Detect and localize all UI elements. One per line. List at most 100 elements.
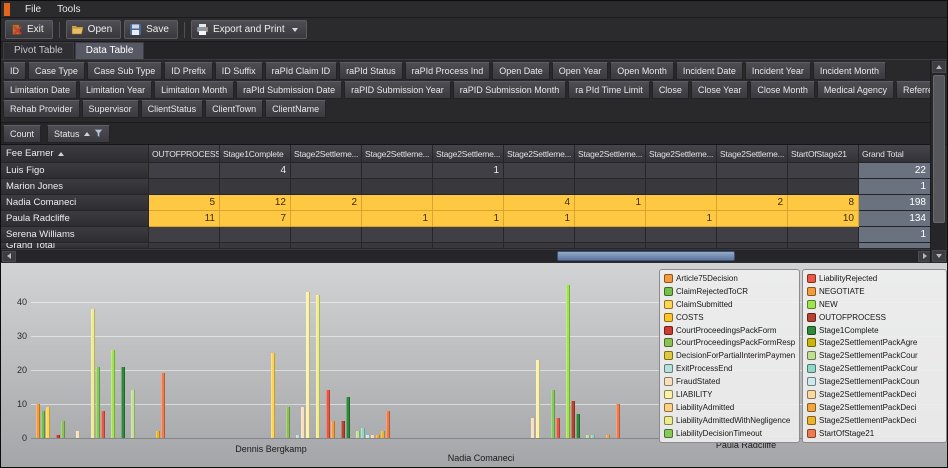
row-header-marion-jones[interactable]: Marion Jones xyxy=(1,179,149,195)
column-header-stage1complete[interactable]: Stage1Complete xyxy=(220,145,291,163)
scroll-left-arrow[interactable] xyxy=(2,251,16,262)
data-cell[interactable] xyxy=(433,179,504,195)
data-cell[interactable]: 12 xyxy=(220,195,291,211)
open-button[interactable]: Open xyxy=(66,20,121,39)
data-cell[interactable] xyxy=(291,211,362,227)
data-cell[interactable] xyxy=(149,227,220,243)
data-cell[interactable] xyxy=(433,227,504,243)
field-button-close-year[interactable]: Close Year xyxy=(691,81,749,99)
column-header-stage2settleme[interactable]: Stage2Settleme... xyxy=(433,145,504,163)
data-cell[interactable]: 2 xyxy=(717,195,788,211)
field-button-medical-agency[interactable]: Medical Agency xyxy=(817,81,894,99)
menu-tools[interactable]: Tools xyxy=(49,3,88,16)
column-header-startofstage21[interactable]: StartOfStage21 xyxy=(788,145,859,163)
field-button-incident-date[interactable]: Incident Date xyxy=(676,62,743,80)
data-cell[interactable]: 4 xyxy=(504,195,575,211)
field-button-id-prefix[interactable]: ID Prefix xyxy=(164,62,213,80)
data-cell[interactable]: 1 xyxy=(646,211,717,227)
data-cell[interactable] xyxy=(291,179,362,195)
data-cell[interactable]: 4 xyxy=(220,163,291,179)
field-button-incident-year[interactable]: Incident Year xyxy=(745,62,811,80)
field-button-id-suffix[interactable]: ID Suffix xyxy=(215,62,263,80)
data-cell[interactable]: 7 xyxy=(220,211,291,227)
row-header-luis-figo[interactable]: Luis Figo xyxy=(1,163,149,179)
field-button-limitation-year[interactable]: Limitation Year xyxy=(79,81,152,99)
data-cell[interactable] xyxy=(717,179,788,195)
data-cell[interactable]: 1 xyxy=(859,227,931,243)
column-header-stage2settleme[interactable]: Stage2Settleme... xyxy=(362,145,433,163)
data-cell[interactable] xyxy=(717,227,788,243)
data-cell[interactable] xyxy=(291,163,362,179)
field-button-limitation-month[interactable]: Limitation Month xyxy=(154,81,234,99)
field-button-close-month[interactable]: Close Month xyxy=(750,81,815,99)
field-button-open-month[interactable]: Open Month xyxy=(610,62,674,80)
field-button-rapid-submission-year[interactable]: raPID Submission Year xyxy=(344,81,451,99)
data-cell[interactable]: 1 xyxy=(859,179,931,195)
field-button-case-sub-type[interactable]: Case Sub Type xyxy=(87,62,162,80)
vertical-scrollbar[interactable] xyxy=(930,60,946,263)
data-cell[interactable]: 8 xyxy=(788,195,859,211)
data-cell[interactable] xyxy=(575,179,646,195)
horizontal-scroll-thumb[interactable] xyxy=(557,251,735,261)
field-button-rapid-process-ind[interactable]: raPId Process Ind xyxy=(405,62,491,80)
vertical-scroll-thumb[interactable] xyxy=(933,75,945,223)
field-button-id[interactable]: ID xyxy=(3,62,26,80)
column-header-outofprocess[interactable]: OUTOFPROCESS xyxy=(149,145,220,163)
data-cell[interactable]: 198 xyxy=(859,195,931,211)
filter-icon[interactable] xyxy=(94,129,103,138)
data-cell[interactable] xyxy=(788,179,859,195)
data-cell[interactable] xyxy=(362,227,433,243)
data-cell[interactable] xyxy=(220,179,291,195)
scroll-up-arrow[interactable] xyxy=(932,61,946,73)
menu-file[interactable]: File xyxy=(17,3,49,16)
data-cell[interactable]: 5 xyxy=(149,195,220,211)
data-cell[interactable] xyxy=(220,227,291,243)
field-button-rehab-provider[interactable]: Rehab Provider xyxy=(3,100,80,118)
data-cell[interactable] xyxy=(575,211,646,227)
field-button-rapid-status[interactable]: raPId Status xyxy=(339,62,403,80)
row-header-nadia-comaneci[interactable]: Nadia Comaneci xyxy=(1,195,149,211)
tab-pivot-table[interactable]: Pivot Table xyxy=(3,42,74,59)
field-button-clienttown[interactable]: ClientTown xyxy=(205,100,263,118)
field-button-open-year[interactable]: Open Year xyxy=(552,62,609,80)
exit-button[interactable]: Exit xyxy=(5,20,53,39)
data-cell[interactable] xyxy=(504,227,575,243)
tab-data-table[interactable]: Data Table xyxy=(75,42,145,59)
horizontal-scrollbar[interactable] xyxy=(1,249,933,262)
column-header-stage2settleme[interactable]: Stage2Settleme... xyxy=(575,145,646,163)
field-button-close[interactable]: Close xyxy=(652,81,689,99)
field-button-incident-month[interactable]: Incident Month xyxy=(813,62,886,80)
data-cell[interactable] xyxy=(504,179,575,195)
data-cell[interactable] xyxy=(433,195,504,211)
data-cell[interactable] xyxy=(291,227,362,243)
column-header-stage2settleme[interactable]: Stage2Settleme... xyxy=(504,145,575,163)
field-button-clientstatus[interactable]: ClientStatus xyxy=(141,100,204,118)
field-button-rapid-submission-month[interactable]: raPID Submission Month xyxy=(453,81,567,99)
column-header-grand-total[interactable]: Grand Total xyxy=(859,145,931,163)
data-cell[interactable]: 1 xyxy=(504,211,575,227)
column-header-stage2settleme[interactable]: Stage2Settleme... xyxy=(646,145,717,163)
field-button-limitation-date[interactable]: Limitation Date xyxy=(3,81,77,99)
field-button-rapid-submission-date[interactable]: raPId Submission Date xyxy=(236,81,342,99)
data-cell[interactable] xyxy=(362,163,433,179)
data-cell[interactable] xyxy=(788,163,859,179)
data-cell[interactable]: 1 xyxy=(433,163,504,179)
data-cell[interactable] xyxy=(646,163,717,179)
data-cell[interactable] xyxy=(646,179,717,195)
data-cell[interactable]: 1 xyxy=(433,211,504,227)
data-cell[interactable] xyxy=(646,195,717,211)
data-cell[interactable]: 2 xyxy=(291,195,362,211)
field-button-case-type[interactable]: Case Type xyxy=(28,62,85,80)
data-cell[interactable] xyxy=(575,163,646,179)
data-field-count[interactable]: Count xyxy=(3,125,41,143)
save-button[interactable]: Save xyxy=(124,20,178,39)
data-cell[interactable] xyxy=(149,163,220,179)
row-header-serena-williams[interactable]: Serena Williams xyxy=(1,227,149,243)
data-cell[interactable] xyxy=(575,227,646,243)
field-button-supervisor[interactable]: Supervisor xyxy=(82,100,139,118)
data-cell[interactable] xyxy=(504,163,575,179)
column-field-status[interactable]: Status xyxy=(47,125,110,143)
data-cell[interactable] xyxy=(362,195,433,211)
row-field-header[interactable]: Fee Earner xyxy=(1,145,149,163)
data-cell[interactable]: 1 xyxy=(575,195,646,211)
